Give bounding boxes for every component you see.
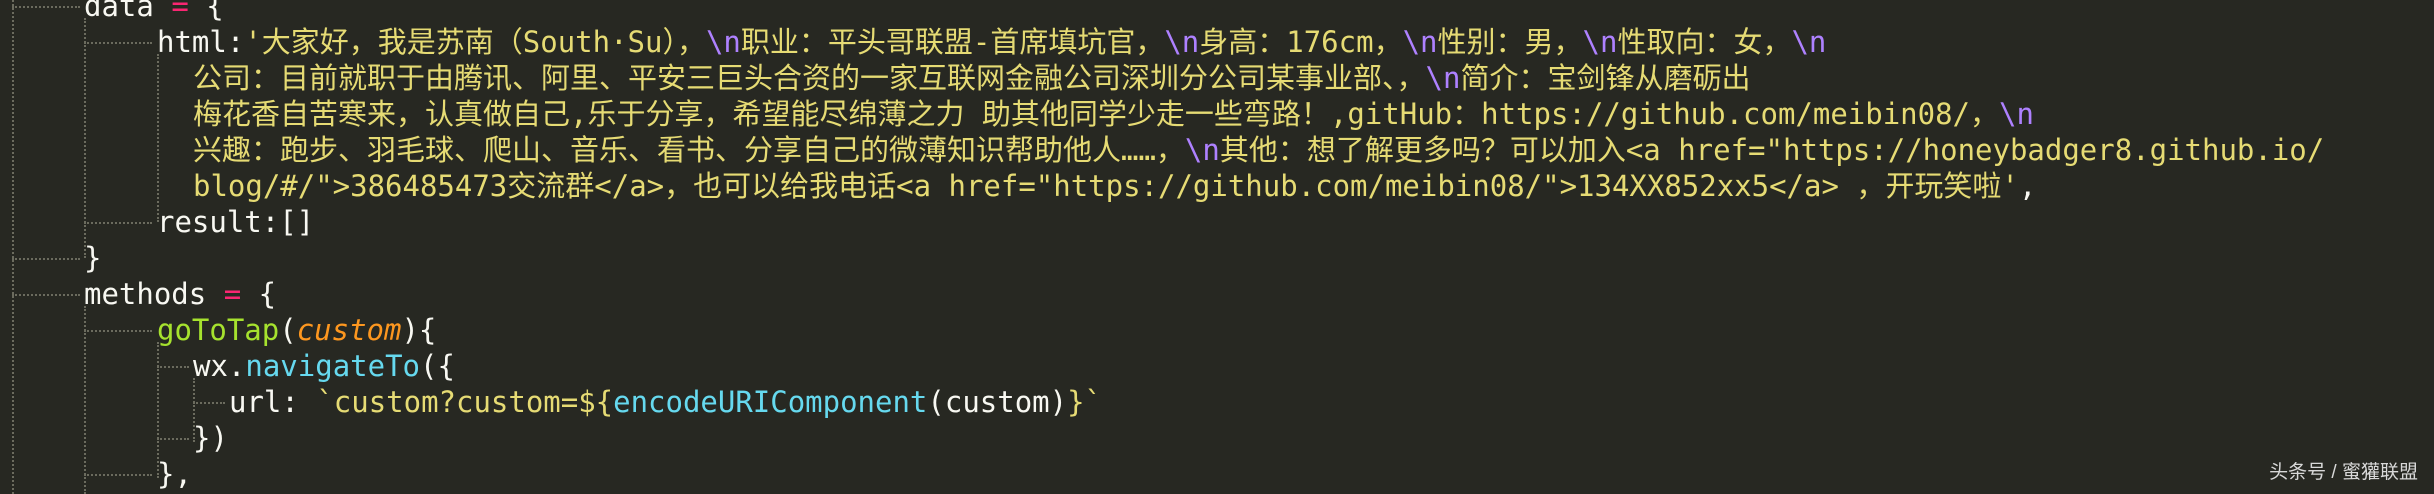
close-paren-brace: ){ [401, 313, 437, 347]
parameter: custom [296, 313, 402, 347]
escape-sequence: \n [705, 25, 741, 59]
open-brace: { [206, 0, 224, 23]
escape-sequence: \n [1999, 97, 2034, 131]
open-brace: { [258, 277, 277, 311]
comma: , [2018, 169, 2037, 203]
property-key: url: [229, 385, 317, 419]
code-line-close-method: }, [157, 456, 192, 492]
escape-sequence: \n [1164, 25, 1200, 59]
indent-guide [84, 474, 152, 476]
indent-guide [157, 54, 159, 222]
escape-sequence: \n [1582, 25, 1618, 59]
indent-guide [12, 294, 80, 296]
property-key: html: [157, 25, 245, 59]
string-segment: 性别：男， [1437, 25, 1583, 59]
code-line-close-brace: } [84, 240, 101, 276]
call-args: (custom) [927, 385, 1068, 419]
string-segment: blog/#/">386485473交流群</a>，也可以给我电话<a href… [193, 169, 2019, 203]
identifier: data [84, 0, 154, 23]
code-line-data-decl: data = { [84, 0, 224, 24]
code-line-navigateTo: wx.navigateTo({ [193, 348, 455, 384]
escape-sequence: \n [1791, 25, 1827, 59]
string-segment: 简介：宝剑锋从磨砺出 [1460, 61, 1751, 95]
indent-guide [12, 258, 80, 260]
assign-operator: = [171, 0, 189, 23]
property-key: result:[] [157, 205, 315, 239]
indent-guide [84, 42, 152, 44]
string-segment: 其他：想了解更多吗？可以加入<a href="https://honeybadg… [1219, 133, 2325, 167]
indent-guide [157, 366, 189, 368]
indent-guide [84, 18, 86, 258]
code-line-close-call: }) [193, 420, 228, 456]
string-segment: 梅花香自苦寒来，认真做自己,乐于分享，希望能尽绵薄之力 助其他同学少走一些弯路！… [193, 97, 2000, 131]
watermark: 头条号 / 蜜獾联盟 [2269, 462, 2418, 483]
code-line-html-wrap-3: 兴趣：跑步、羽毛球、爬山、音乐、看书、分享自己的微薄知识帮助他人……，\n其他：… [193, 132, 2324, 168]
indent-guide [12, 6, 80, 8]
string-segment: 性取向：女， [1617, 25, 1792, 59]
indent-guide [193, 402, 225, 404]
template-string: }` [1067, 385, 1103, 419]
code-line-methods-decl: methods = { [84, 276, 276, 312]
indent-guide [84, 306, 86, 494]
escape-sequence: \n [1425, 61, 1461, 95]
template-string: `custom?custom=${ [316, 385, 614, 419]
code-line-html-wrap-4: blog/#/">386485473交流群</a>，也可以给我电话<a href… [193, 168, 2036, 204]
code-line-html-key: html:'大家好，我是苏南（South·Su），\n职业：平头哥联盟-首席填坑… [157, 24, 1826, 60]
escape-sequence: \n [1184, 133, 1220, 167]
string-segment: '大家好，我是苏南（South·Su）， [244, 25, 706, 59]
close-brace-comma: }, [157, 457, 192, 491]
string-segment: 公司：目前就职于由腾讯、阿里、平安三巨头合资的一家互联网金融公司深圳分公司某事业… [193, 61, 1426, 95]
indent-guide [12, 0, 14, 494]
indent-guide [157, 438, 189, 440]
close-paren: }) [193, 421, 228, 455]
string-segment: 职业：平头哥联盟-首席填坑官， [740, 25, 1165, 59]
code-line-result: result:[] [157, 204, 314, 240]
open-paren-brace: ({ [420, 349, 455, 383]
code-line-goToTap: goToTap(custom){ [157, 312, 436, 348]
code-line-url: url: `custom?custom=${encodeURIComponent… [229, 384, 1102, 420]
indent-guide [84, 330, 152, 332]
identifier: methods [84, 277, 207, 311]
function-call: encodeURIComponent [613, 385, 928, 419]
indent-guide [84, 222, 152, 224]
function-name: goToTap [157, 313, 280, 347]
escape-sequence: \n [1402, 25, 1438, 59]
string-segment: 兴趣：跑步、羽毛球、爬山、音乐、看书、分享自己的微薄知识帮助他人……， [193, 133, 1185, 167]
object-name: wx. [193, 349, 246, 383]
method-name: navigateTo [245, 349, 420, 383]
close-brace: } [84, 241, 102, 275]
code-line-html-wrap-2: 梅花香自苦寒来，认真做自己,乐于分享，希望能尽绵薄之力 助其他同学少走一些弯路！… [193, 96, 2034, 132]
code-line-html-wrap-1: 公司：目前就职于由腾讯、阿里、平安三巨头合资的一家互联网金融公司深圳分公司某事业… [193, 60, 1750, 96]
open-paren: ( [279, 313, 297, 347]
code-editor[interactable]: data = { html:'大家好，我是苏南（South·Su），\n职业：平… [0, 0, 2434, 494]
string-segment: 身高：176cm， [1199, 25, 1403, 59]
assign-operator: = [223, 277, 242, 311]
